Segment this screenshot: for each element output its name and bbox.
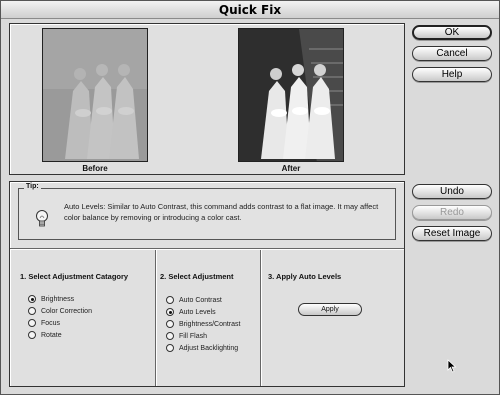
radio-brightness[interactable]: Brightness <box>28 294 74 304</box>
arrow-cursor-icon <box>447 359 457 378</box>
radio-auto-contrast[interactable]: Auto Contrast <box>166 295 222 305</box>
window-title: Quick Fix <box>218 3 282 17</box>
lightbulb-icon <box>35 209 49 234</box>
radio-button[interactable] <box>166 320 174 328</box>
radio-focus[interactable]: Focus <box>28 318 60 328</box>
radio-label: Adjust Backlighting <box>179 344 239 352</box>
column-divider-1 <box>155 250 157 386</box>
after-image <box>238 28 344 162</box>
radio-label: Rotate <box>41 331 62 339</box>
before-caption: Before <box>82 164 108 173</box>
radio-label: Focus <box>41 319 61 327</box>
radio-color-correction[interactable]: Color Correction <box>28 306 92 316</box>
radio-label: Auto Levels <box>179 308 216 316</box>
radio-label: Brightness <box>41 295 75 303</box>
radio-button[interactable] <box>28 319 36 327</box>
radio-auto-levels[interactable]: Auto Levels <box>166 307 216 317</box>
before-image <box>42 28 148 162</box>
tip-box: Auto Levels: Similar to Auto Contrast, t… <box>18 188 396 240</box>
radio-button[interactable] <box>166 344 174 352</box>
radio-label: Brightness/Contrast <box>179 320 241 328</box>
radio-button[interactable] <box>166 332 174 340</box>
adjustment-heading: 2. Select Adjustment <box>160 272 234 281</box>
after-caption: After <box>281 164 301 173</box>
reset-image-button[interactable]: Reset Image <box>412 226 492 241</box>
title-bar[interactable]: Quick Fix <box>1 1 499 19</box>
apply-heading: 3. Apply Auto Levels <box>268 272 342 281</box>
radio-label: Auto Contrast <box>179 296 222 304</box>
preview-panel: Before After <box>9 23 405 175</box>
radio-button[interactable] <box>28 331 36 339</box>
undo-button[interactable]: Undo <box>412 184 492 199</box>
help-button[interactable]: Help <box>412 67 492 82</box>
cancel-button[interactable]: Cancel <box>412 46 492 61</box>
radio-brightness-contrast[interactable]: Brightness/Contrast <box>166 319 240 329</box>
radio-adjust-backlighting[interactable]: Adjust Backlighting <box>166 343 238 353</box>
apply-button[interactable]: Apply <box>298 303 362 316</box>
horizontal-divider <box>10 248 404 250</box>
radio-label: Color Correction <box>41 307 92 315</box>
radio-rotate[interactable]: Rotate <box>28 330 62 340</box>
adjustment-panel: Auto Levels: Similar to Auto Contrast, t… <box>9 181 405 387</box>
ok-button[interactable]: OK <box>412 25 492 40</box>
tip-label: Tip: <box>24 183 41 190</box>
radio-button[interactable] <box>166 308 174 316</box>
radio-button[interactable] <box>166 296 174 304</box>
quick-fix-window: Quick Fix Before After Auto Levels: Simi… <box>0 0 500 395</box>
redo-button[interactable]: Redo <box>412 205 492 220</box>
radio-label: Fill Flash <box>179 332 208 340</box>
tip-text: Auto Levels: Similar to Auto Contrast, t… <box>64 202 379 222</box>
column-divider-2 <box>260 250 262 386</box>
radio-fill-flash[interactable]: Fill Flash <box>166 331 207 341</box>
radio-button[interactable] <box>28 307 36 315</box>
radio-button[interactable] <box>28 295 36 303</box>
category-heading: 1. Select Adjustment Catagory <box>20 272 129 281</box>
